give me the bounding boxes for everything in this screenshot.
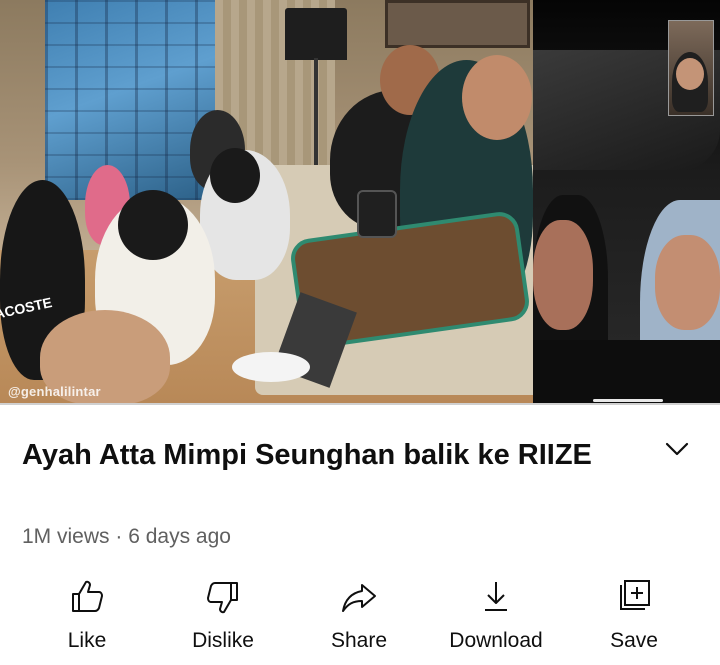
lamp-shade [285,8,347,60]
lamp-pole [314,58,318,168]
save-button[interactable]: Save [574,573,694,665]
person-head [118,190,188,260]
call-person-head [655,235,720,330]
slipper [232,352,310,382]
person-head [462,55,532,140]
like-button[interactable]: Like [27,573,147,665]
view-count: 1M views [22,525,110,548]
pip-face [676,58,704,90]
download-button[interactable]: Download [436,573,556,665]
home-indicator [593,399,663,402]
share-button[interactable]: Share [299,573,419,665]
dislike-button[interactable]: Dislike [163,573,283,665]
video-progress-bar[interactable] [0,403,720,405]
call-foreground [533,340,720,405]
channel-watermark: @genhalilintar [8,384,101,399]
video-player[interactable]: ACOSTE @genhalilintar [0,0,720,405]
video-metadata: 1M views · 6 days ago [22,525,231,549]
share-arrow-icon [342,584,376,612]
wall-art [385,0,530,48]
video-title[interactable]: Ayah Atta Mimpi Seunghan balik ke RIIZE [22,437,652,473]
download-label: Download [449,629,543,652]
meta-separator: · [109,525,129,548]
like-label: Like [67,629,107,652]
dislike-label: Dislike [192,629,254,652]
save-label: Save [610,629,658,652]
thumbs-down-icon [207,582,238,614]
phone [357,190,397,238]
action-bar: Like Dislike Share Download Save [0,573,720,665]
chevron-down-icon[interactable] [664,440,690,458]
save-to-playlist-icon [620,580,650,610]
call-person-head [533,220,593,330]
share-label: Share [330,629,388,652]
upload-age: 6 days ago [128,525,231,548]
person-head [210,148,260,203]
download-icon [485,582,507,611]
thumbs-up-icon [72,580,103,612]
